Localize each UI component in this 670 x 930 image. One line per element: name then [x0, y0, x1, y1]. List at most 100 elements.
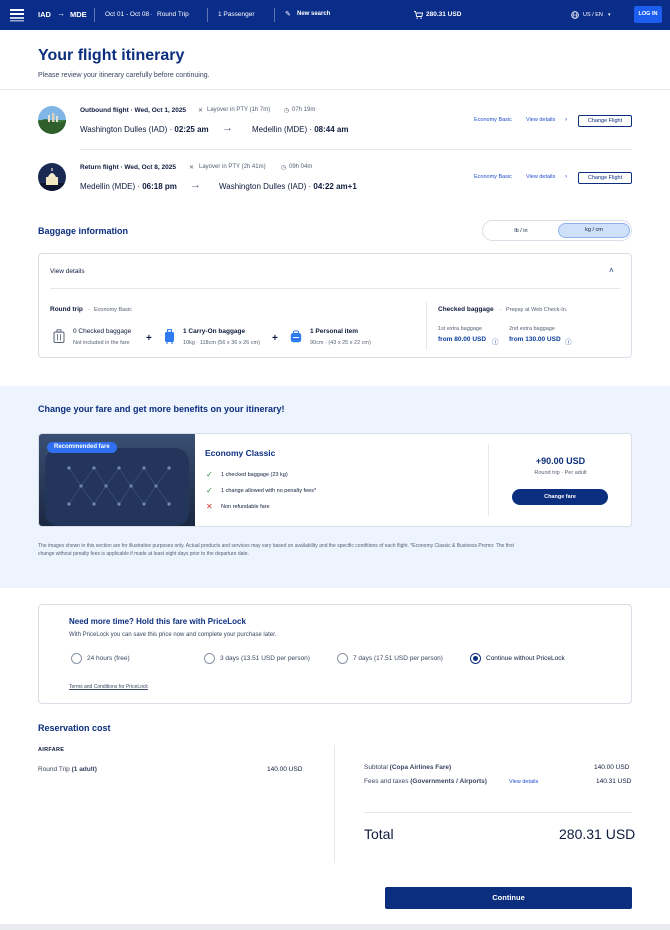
footer-strip — [0, 924, 670, 930]
fare-price-note: Round trip · Per adult — [534, 470, 587, 476]
round-trip-cost-amount: 140.00 USD — [267, 766, 303, 773]
info-icon[interactable]: ⓘ — [565, 336, 572, 346]
change-fare-button[interactable]: Change fare — [512, 489, 608, 505]
return-arrival: Washington Dulles (IAD) · 04:22 am+1 — [219, 182, 357, 191]
return-layover: Layover in PTY (2h 41m) — [199, 164, 266, 170]
return-view-details-link[interactable]: View details — [526, 174, 555, 180]
outbound-change-flight-button[interactable]: Change Flight — [578, 115, 632, 127]
outbound-arrival-time: 08:44 am — [314, 125, 349, 134]
return-flight-image — [38, 163, 66, 191]
outbound-flight-label: Outbound flight · Wed, Oct 1, 2025 — [80, 107, 187, 114]
unit-lb-option[interactable]: lb / in — [485, 224, 557, 238]
origin-code[interactable]: IAD — [38, 10, 51, 19]
subtotal-desc: (Copa Airlines Fare) — [389, 764, 452, 771]
return-departure-airport: Medellin (MDE) — [80, 182, 136, 191]
fare-name: Economy Classic — [205, 448, 276, 458]
fees-desc: (Governments / Airports) — [410, 778, 487, 785]
recommended-badge: Recommended fare — [47, 442, 117, 453]
cart-icon — [414, 11, 423, 19]
chevron-up-icon[interactable]: ˄ — [609, 266, 614, 275]
fees-view-details-link[interactable]: View details — [509, 779, 538, 785]
fees-amount: 140.31 USD — [596, 778, 632, 785]
arrow-right-icon: → — [190, 179, 201, 191]
trip-type[interactable]: Round Trip — [157, 11, 189, 18]
outbound-duration: 07h 19m — [292, 107, 316, 113]
passenger-count[interactable]: 1 Passenger — [218, 11, 255, 18]
return-departure-time: 06:18 pm — [142, 182, 177, 191]
chevron-right-icon[interactable]: › — [565, 173, 567, 180]
return-change-flight-button[interactable]: Change Flight — [578, 172, 632, 184]
pricelock-option-label[interactable]: 7 days (17.51 USD per person) — [353, 655, 443, 662]
divider — [334, 745, 335, 863]
destination-code[interactable]: MDE — [70, 10, 87, 19]
reservation-title: Reservation cost — [38, 723, 111, 733]
outbound-view-details-link[interactable]: View details — [526, 117, 555, 123]
baggage-view-details[interactable]: View details — [50, 268, 85, 275]
globe-icon — [571, 11, 579, 19]
pricelock-terms-link[interactable]: Terms and Conditions for PriceLock — [69, 684, 148, 690]
personal-item-detail: 90cm · (43 x 25 x 22 cm) — [310, 340, 371, 346]
outbound-departure-time: 02:25 am — [174, 125, 209, 134]
extra-bag-1-label: 1st extra baggage — [438, 326, 483, 332]
pricelock-subtitle: With PriceLock you can save this price n… — [69, 632, 277, 638]
fare-benefit: Non refundable fare — [221, 504, 270, 510]
return-arrival-time: 04:22 am+1 — [313, 182, 357, 191]
check-icon: ✓ — [206, 486, 213, 495]
trip-dates[interactable]: Oct 01 - Oct 08 — [105, 11, 149, 18]
clock-icon: ◷ — [281, 165, 287, 171]
continue-button[interactable]: Continue — [385, 887, 632, 909]
outbound-departure: Washington Dulles (IAD) · 02:25 am — [80, 125, 209, 134]
pricelock-option-radio-selected[interactable] — [470, 653, 481, 664]
outbound-fare-type[interactable]: Economy Basic — [474, 117, 512, 123]
total-amount: 280.31 USD — [559, 826, 636, 842]
checked-baggage-count: 0 Checked baggage — [73, 328, 132, 335]
checked-baggage-note: Prepay at Web Check-In. — [506, 307, 568, 313]
login-button[interactable]: LOG IN — [634, 6, 662, 23]
divider — [364, 812, 632, 813]
pricelock-option-label[interactable]: 3 days (13.51 USD per person) — [220, 655, 310, 662]
locale-selector[interactable]: US / EN — [583, 12, 603, 18]
divider — [488, 444, 489, 516]
cart-total[interactable]: 280.31 USD — [426, 11, 461, 18]
divider — [0, 89, 670, 90]
new-search-button[interactable]: New search — [297, 11, 330, 17]
carry-on-icon — [164, 329, 175, 344]
checked-baggage-separator: · — [500, 307, 502, 313]
checked-baggage-title: Checked baggage — [438, 306, 494, 313]
fees-name: Fees and taxes — [364, 778, 409, 785]
trip-dot-separator: · — [150, 11, 153, 18]
return-fare-type[interactable]: Economy Basic — [474, 174, 512, 180]
extra-bag-1-price: from 80.00 USD — [438, 336, 487, 343]
fees-label: Fees and taxes (Governments / Airports) — [364, 778, 487, 785]
outbound-layover: Layover in PTY (1h 7m) — [207, 107, 271, 113]
pricelock-option-label[interactable]: Continue without PriceLock — [486, 655, 565, 662]
unit-kg-option[interactable]: kg / cm — [558, 223, 630, 238]
personal-item-title: 1 Personal item — [310, 328, 359, 335]
subtotal-name: Subtotal — [364, 764, 388, 771]
carry-on-detail: 10kg · 118cm (56 x 36 x 26 cm) — [183, 340, 260, 346]
clock-icon: ◷ — [284, 108, 290, 114]
outbound-departure-airport: Washington Dulles (IAD) — [80, 125, 168, 134]
layover-icon: ✕ — [198, 108, 204, 114]
pricelock-option-radio[interactable] — [337, 653, 348, 664]
return-duration: 09h 04m — [289, 164, 313, 170]
pencil-icon: ✎ — [285, 11, 291, 18]
plus-sign: + — [272, 333, 278, 344]
round-trip-cost-qty: (1 adult) — [71, 766, 97, 773]
pricelock-option-label[interactable]: 24 hours (free) — [87, 655, 130, 662]
pricelock-title: Need more time? Hold this fare with Pric… — [69, 617, 246, 626]
unit-toggle[interactable]: lb / in kg / cm — [482, 220, 632, 241]
pricelock-option-radio[interactable] — [71, 653, 82, 664]
info-icon[interactable]: ⓘ — [492, 336, 499, 346]
outbound-flight-image — [38, 106, 66, 134]
copa-logo[interactable] — [10, 8, 24, 22]
page-subtitle: Please review your itinerary carefully b… — [38, 72, 210, 79]
pricelock-option-radio[interactable] — [204, 653, 215, 664]
fare-benefit: 1 checked baggage (23 kg) — [221, 472, 288, 478]
fare-disclaimer: The images shown in this section are for… — [38, 542, 632, 558]
arrow-right-icon: → — [57, 9, 65, 18]
extra-bag-2-label: 2nd extra baggage — [509, 326, 555, 332]
round-trip-fare: Economy Basic — [94, 307, 132, 313]
chevron-right-icon[interactable]: › — [565, 116, 567, 123]
round-trip-label: Round trip — [50, 306, 83, 313]
